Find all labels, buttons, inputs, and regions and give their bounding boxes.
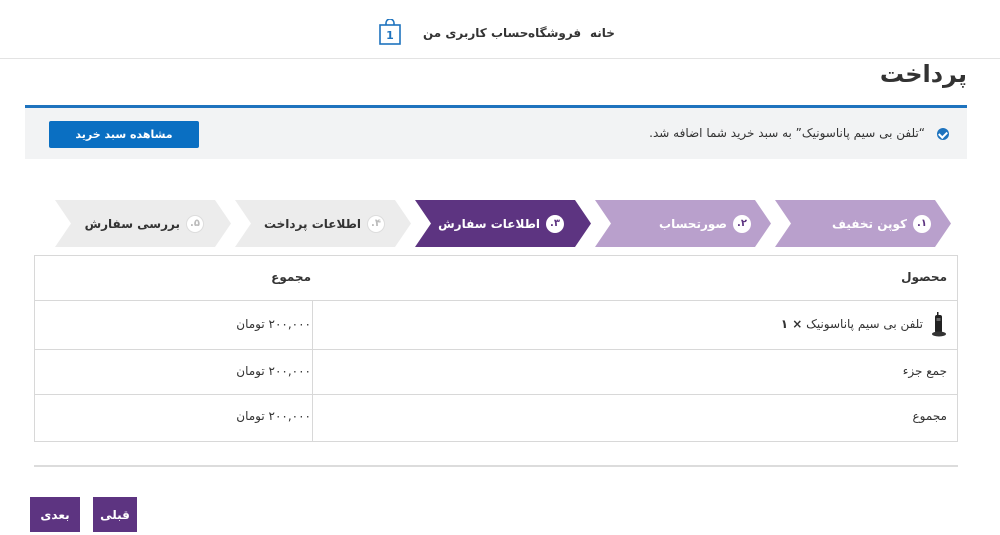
page-title: پرداخت <box>879 60 967 88</box>
site-header: خانه فروشگاه حساب کاربری من 1 <box>0 0 1000 59</box>
total-value: ۲۰۰,۰۰۰ تومان <box>236 409 311 423</box>
checkout-steps: ۱. کوپن تخفیف ۲. صورتحساب ۳. اطلاعات سفا… <box>0 200 1000 247</box>
column-divider <box>312 395 313 441</box>
step-number: ۱. <box>913 214 931 233</box>
column-divider <box>312 301 313 350</box>
step-number: ۲. <box>733 214 751 233</box>
step-label: کوپن تخفیف <box>832 216 907 231</box>
nav-account-link[interactable]: حساب کاربری من <box>423 26 528 40</box>
product-name: تلفن بی سیم پاناسونیک × ۱ <box>781 317 923 331</box>
product-thumbnail <box>931 311 947 337</box>
column-header-total: مجموع <box>271 270 311 284</box>
section-divider <box>34 465 958 467</box>
cart-count: 1 <box>386 29 394 42</box>
step-label: اطلاعات پرداخت <box>263 216 361 231</box>
main-nav: خانه فروشگاه حساب کاربری من <box>0 0 1000 59</box>
cart-icon[interactable]: 1 <box>379 18 401 45</box>
total-label: مجموع <box>912 409 947 423</box>
table-row: جمع جزء ۲۰۰,۰۰۰ تومان <box>35 350 957 395</box>
product-price: ۲۰۰,۰۰۰ تومان <box>236 317 311 331</box>
step-payment-info[interactable]: ۴. اطلاعات پرداخت <box>235 200 411 247</box>
column-divider <box>312 350 313 395</box>
nav-shop-link[interactable]: فروشگاه <box>528 26 581 40</box>
step-label: صورتحساب <box>659 216 727 231</box>
nav-home-link[interactable]: خانه <box>590 26 615 40</box>
subtotal-value: ۲۰۰,۰۰۰ تومان <box>236 364 311 378</box>
cart-notice: “تلفن بی سیم پاناسونیک” به سبد خرید شما … <box>25 105 967 159</box>
column-header-product: محصول <box>901 270 947 284</box>
product-name-text: تلفن بی سیم پاناسونیک <box>806 317 923 331</box>
step-number: ۴. <box>367 214 385 233</box>
step-number: ۵. <box>186 214 204 233</box>
step-label: بررسی سفارش <box>84 216 180 231</box>
step-coupon[interactable]: ۱. کوپن تخفیف <box>775 200 951 247</box>
step-review-order[interactable]: ۵. بررسی سفارش <box>55 200 231 247</box>
subtotal-label: جمع جزء <box>902 364 947 378</box>
order-review-table: محصول مجموع تلفن بی سیم پاناسونیک × ۱ ۲۰… <box>34 255 958 442</box>
step-number: ۳. <box>546 214 564 233</box>
step-order-info[interactable]: ۳. اطلاعات سفارش <box>415 200 591 247</box>
notice-message: “تلفن بی سیم پاناسونیک” به سبد خرید شما … <box>649 126 925 140</box>
step-label: اطلاعات سفارش <box>438 216 540 231</box>
previous-button[interactable]: قبلی <box>93 497 137 532</box>
step-billing[interactable]: ۲. صورتحساب <box>595 200 771 247</box>
check-circle-icon <box>937 128 949 140</box>
view-cart-button[interactable]: مشاهده سبد خرید <box>49 121 199 148</box>
table-row: تلفن بی سیم پاناسونیک × ۱ ۲۰۰,۰۰۰ تومان <box>35 301 957 350</box>
next-button[interactable]: بعدی <box>30 497 80 532</box>
table-header-row: محصول مجموع <box>35 256 957 301</box>
product-quantity: × ۱ <box>780 317 803 331</box>
table-row: مجموع ۲۰۰,۰۰۰ تومان <box>35 395 957 441</box>
